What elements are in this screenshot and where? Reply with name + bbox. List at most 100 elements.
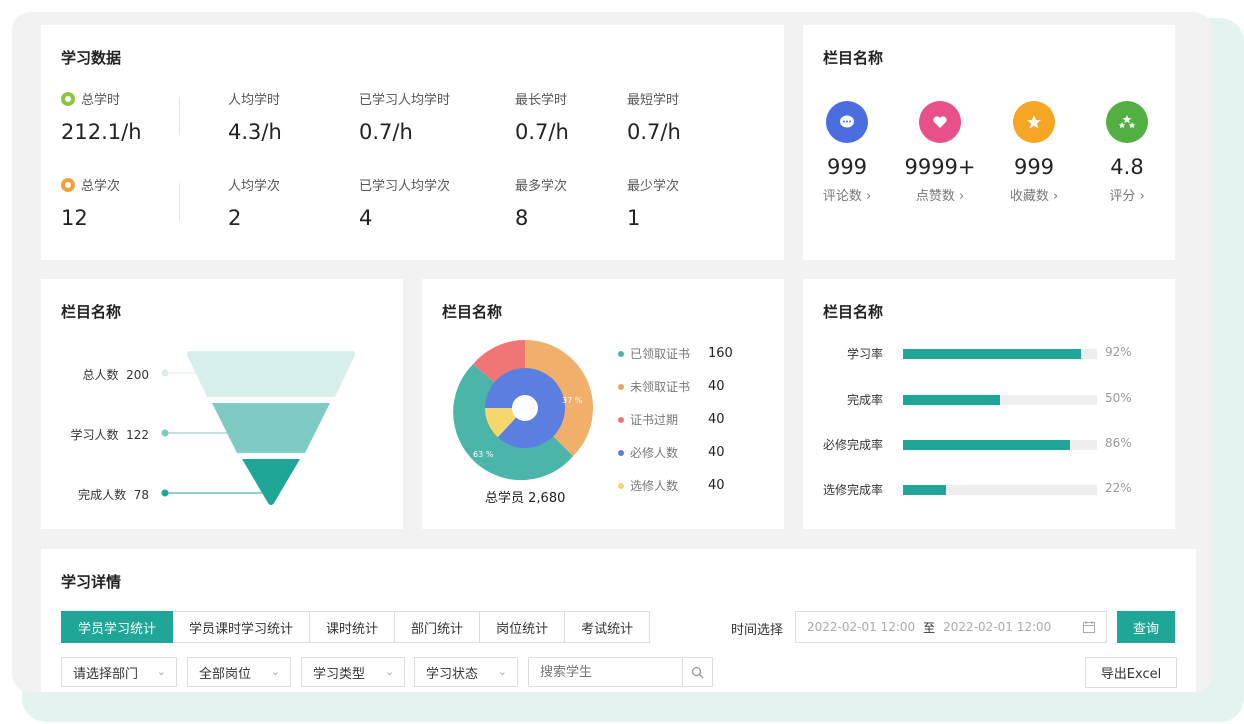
funnel-stage-value: 78 — [133, 488, 149, 502]
tab-department-stats[interactable]: 部门统计 — [395, 611, 481, 643]
study-data-card: 学习数据 总学时 212.1/h 人均学时 4.3/h 已学习人均学时 0.7/… — [41, 25, 784, 260]
funnel-stage-complete — [242, 459, 300, 505]
stat-learned-avg-hours: 已学习人均学时 0.7/h — [359, 89, 450, 144]
stat-label: 最短学时 — [627, 93, 680, 108]
stat-value: 4.3/h — [228, 120, 282, 144]
legend-label: 必修人数 — [630, 446, 679, 460]
tab-lesson-stats[interactable]: 课时统计 — [310, 611, 396, 643]
funnel-card: 栏目名称 总人数 200 学习人数 122 完成人数 78 — [41, 279, 403, 529]
chevron-down-icon: ⌄ — [156, 665, 166, 678]
query-button[interactable]: 查询 — [1117, 611, 1175, 643]
rating-label[interactable]: 评分 › — [1087, 185, 1167, 204]
tab-student-lesson-stats[interactable]: 学员课时学习统计 — [173, 611, 311, 643]
stat-label: 已学习人均学时 — [359, 93, 451, 108]
stat-total-sessions: 总学次 12 — [61, 175, 120, 230]
stat-min-sessions: 最少学次 1 — [627, 175, 679, 230]
stat-value: 0.7/h — [359, 120, 413, 144]
student-search-input[interactable] — [529, 658, 683, 686]
date-end[interactable]: 2022-02-01 12:00 — [943, 620, 1051, 634]
comments-label[interactable]: 评论数 › — [807, 185, 887, 204]
rate-label: 完成率 — [846, 393, 883, 407]
funnel-label-complete: 完成人数 78 — [78, 486, 149, 503]
count-icon — [61, 177, 75, 192]
rate-percent: 86% — [1105, 436, 1132, 450]
rate-label: 学习率 — [846, 347, 883, 361]
position-select[interactable]: 全部岗位 ⌄ — [187, 657, 291, 687]
legend-item-unclaimed: 未领取证书 40 — [618, 378, 725, 395]
stat-label: 总学次 — [81, 179, 121, 194]
rate-percent: 92% — [1105, 345, 1132, 359]
search-icon[interactable] — [682, 658, 712, 686]
details-tabs: 学员学习统计 学员课时学习统计 课时统计 部门统计 岗位统计 考试统计 — [61, 611, 651, 643]
stat-value: 2 — [228, 206, 242, 230]
donut-label-63: 63 % — [473, 450, 494, 459]
rate-bar-track — [903, 440, 1097, 450]
stat-total-hours: 总学时 212.1/h — [61, 89, 142, 144]
stat-max-sessions: 最多学次 8 — [515, 175, 567, 230]
study-status-select[interactable]: 学习状态 ⌄ — [414, 657, 518, 687]
date-range-picker[interactable]: 2022-02-01 12:00 至 2022-02-01 12:00 — [795, 611, 1107, 643]
student-search — [528, 657, 713, 687]
rates-title: 栏目名称 — [823, 303, 884, 321]
select-value: 学习状态 — [426, 666, 479, 682]
engagement-title: 栏目名称 — [823, 49, 884, 67]
legend-item-claimed: 已领取证书 160 — [618, 345, 733, 362]
clock-icon — [61, 91, 75, 106]
details-card: 学习详情 学员学习统计 学员课时学习统计 课时统计 部门统计 岗位统计 考试统计… — [41, 549, 1196, 692]
stat-label: 最多学次 — [515, 179, 568, 194]
stat-value: 8 — [515, 206, 529, 230]
stat-learned-avg-sessions: 已学习人均学次 4 — [359, 175, 450, 230]
select-value: 学习类型 — [313, 666, 366, 682]
calendar-icon[interactable] — [1082, 620, 1096, 637]
funnel-stage-total — [187, 351, 355, 397]
legend-value: 40 — [708, 445, 725, 460]
stat-value: 0.7/h — [515, 120, 569, 144]
likes-count: 9999+ — [904, 155, 976, 179]
funnel-stage-learning — [212, 403, 330, 453]
comment-icon — [826, 101, 868, 143]
select-value: 全部岗位 — [199, 666, 252, 682]
tab-position-stats[interactable]: 岗位统计 — [480, 611, 566, 643]
divider — [179, 97, 180, 135]
date-start[interactable]: 2022-02-01 12:00 — [807, 620, 915, 634]
stat-value: 0.7/h — [627, 120, 681, 144]
department-select[interactable]: 请选择部门 ⌄ — [61, 657, 177, 687]
export-excel-button[interactable]: 导出Excel — [1085, 657, 1177, 688]
chevron-down-icon: ⌄ — [384, 665, 394, 678]
stat-min-hours: 最短学时 0.7/h — [627, 89, 681, 144]
legend-label: 未领取证书 — [630, 380, 691, 394]
favorites-stat[interactable]: 999 收藏数 › — [994, 101, 1074, 204]
legend-item-expired: 证书过期 40 — [618, 411, 725, 428]
tab-student-stats[interactable]: 学员学习统计 — [61, 611, 174, 643]
study-type-select[interactable]: 学习类型 ⌄ — [301, 657, 405, 687]
rating-value: 4.8 — [1110, 155, 1144, 179]
funnel-marker-total — [161, 369, 169, 377]
rates-card: 栏目名称 学习率 92% 完成率 50% 必修完成率 86% 选修完成率 22% — [803, 279, 1175, 529]
funnel-stage-name: 完成人数 — [78, 488, 127, 502]
likes-label[interactable]: 点赞数 › — [900, 185, 980, 204]
funnel-marker-complete — [161, 489, 169, 497]
donut-total: 总学员 2,680 — [485, 487, 565, 506]
favorites-label[interactable]: 收藏数 › — [994, 185, 1074, 204]
legend-dot — [618, 449, 624, 456]
legend-label: 已领取证书 — [630, 347, 691, 361]
legend-item-required: 必修人数 40 — [618, 444, 725, 461]
stat-label: 人均学次 — [228, 179, 281, 194]
rate-bar-track — [903, 485, 1097, 495]
comments-stat[interactable]: 999 评论数 › — [807, 101, 887, 204]
legend-label: 证书过期 — [630, 413, 679, 427]
legend-dot — [618, 416, 624, 423]
rating-stat[interactable]: 4.8 评分 › — [1087, 101, 1167, 204]
stat-value: 212.1/h — [61, 120, 142, 144]
select-value: 请选择部门 — [73, 666, 139, 682]
rate-bar-fill — [903, 349, 1082, 359]
stat-avg-sessions: 人均学次 2 — [228, 175, 280, 230]
rate-bar-track — [903, 395, 1097, 405]
favorites-count: 999 — [1013, 155, 1055, 179]
rate-bar-fill — [903, 395, 1000, 405]
likes-stat[interactable]: 9999+ 点赞数 › — [900, 101, 980, 204]
comments-count: 999 — [826, 155, 868, 179]
tab-exam-stats[interactable]: 考试统计 — [565, 611, 651, 643]
details-title: 学习详情 — [61, 573, 122, 591]
stat-value: 12 — [61, 206, 88, 230]
